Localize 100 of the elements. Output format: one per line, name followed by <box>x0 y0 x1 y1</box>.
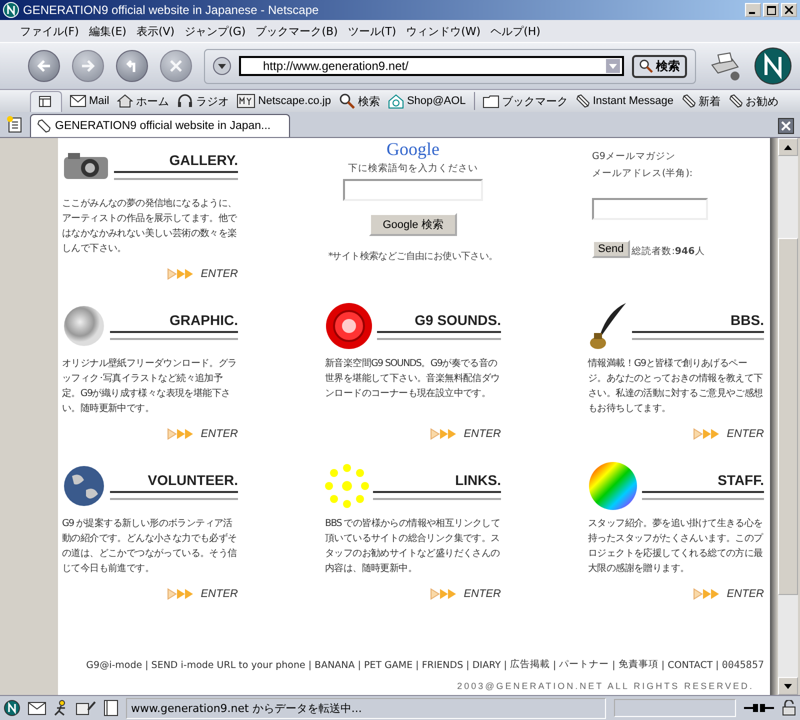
bookmark-icon <box>37 119 51 133</box>
section-description: スタッフ紹介。夢を追い掛けて生きる心を持ったスタッフがたくさんいます。このプロジェクトを応援してくれる総ての方に最大限の感謝を贈ります。 <box>588 517 764 576</box>
enter-link[interactable]: ENTER <box>692 588 764 600</box>
enter-link[interactable]: ENTER <box>692 428 764 440</box>
email-input[interactable] <box>592 198 708 220</box>
search-button[interactable]: 検索 <box>632 54 687 78</box>
section-heading: BBS. <box>730 312 764 328</box>
disc-icon <box>325 302 373 350</box>
vertical-scrollbar[interactable] <box>778 138 798 695</box>
search-caption: 下に検索語句を入力ください <box>348 162 478 175</box>
stop-button[interactable] <box>160 50 192 82</box>
maximize-button[interactable] <box>763 3 779 17</box>
browser-tab[interactable]: GENERATION9 official website in Japan... <box>30 114 290 137</box>
arrows-icon <box>166 268 195 280</box>
send-button[interactable]: Send <box>592 240 630 258</box>
notebook-icon[interactable] <box>104 700 118 716</box>
badge-icon <box>237 94 256 108</box>
camera-icon <box>62 151 110 181</box>
search-note: *サイト検索などご自由にお使い下さい。 <box>328 250 498 263</box>
toolbar-link[interactable]: ラジオ <box>177 94 230 108</box>
history-dropdown-button[interactable] <box>213 57 231 75</box>
enter-link[interactable]: ENTER <box>166 268 238 280</box>
toolbar-link[interactable]: 新着 <box>682 94 721 108</box>
netscape-logo-icon[interactable] <box>4 700 20 716</box>
menu-item[interactable]: ジャンプ(G) <box>184 24 246 38</box>
google-search-button[interactable]: Google 検索 <box>368 213 458 236</box>
netscape-logo-icon <box>3 2 19 18</box>
envelope-icon[interactable] <box>28 702 46 714</box>
separator: | <box>612 660 616 671</box>
folder-icon <box>482 94 499 108</box>
toolbar-link[interactable]: Mail <box>70 95 110 107</box>
scrollbar-thumb[interactable] <box>778 238 798 595</box>
separator: | <box>716 660 719 671</box>
section-heading: GALLERY. <box>169 152 238 168</box>
arrows-icon <box>430 428 458 440</box>
separator: | <box>466 660 470 671</box>
sidebar-toggle-tab[interactable] <box>30 90 62 112</box>
x-icon <box>170 60 182 72</box>
footer-link[interactable]: 免責事項 <box>618 658 658 671</box>
close-button[interactable] <box>781 3 797 17</box>
newsletter-title: G9メールマガジン <box>592 150 676 163</box>
footer-link[interactable]: SEND i-mode URL to your phone <box>151 660 306 671</box>
dots-icon <box>325 464 369 508</box>
menu-item[interactable]: ブックマーク(B) <box>256 24 338 38</box>
toolbar-link[interactable]: ホーム <box>117 94 170 108</box>
chevron-down-icon <box>606 59 620 73</box>
headphones-icon <box>177 94 194 108</box>
maximize-icon <box>766 6 776 14</box>
quill-and-inkwell-icon <box>588 301 628 351</box>
menu-item[interactable]: ファイル(F) <box>20 24 79 38</box>
search-input[interactable] <box>343 179 483 201</box>
reload-button[interactable] <box>116 50 148 82</box>
bookmark-icon <box>728 94 743 108</box>
toolbar-link[interactable]: お勧め <box>728 94 779 108</box>
enter-link[interactable]: ENTER <box>430 588 501 600</box>
forward-arrow-icon <box>81 59 95 73</box>
footer-link[interactable]: BANANA <box>314 660 355 671</box>
menu-item[interactable]: ヘルプ(H) <box>490 24 540 38</box>
bookmark-icon <box>576 94 590 108</box>
section-heading: LINKS. <box>455 472 501 488</box>
footer-link[interactable]: G9@i-mode <box>86 660 142 671</box>
bookmark-icon <box>682 94 696 108</box>
back-button[interactable] <box>28 50 60 82</box>
house-icon <box>117 94 134 108</box>
enter-link[interactable]: ENTER <box>430 428 501 440</box>
url-field[interactable]: http://www.generation9.net/ <box>239 56 624 76</box>
footer-link[interactable]: DIARY <box>472 660 501 671</box>
printer-icon[interactable] <box>708 51 742 81</box>
arrows-icon <box>166 428 195 440</box>
section-description: ここがみんなの夢の発信地になるように、アーティストの作品を展示してます。他ではなかなかみれない美しい芸術の数々を楽しんで下さい。 <box>62 197 238 256</box>
forward-button[interactable] <box>72 50 104 82</box>
search-icon <box>338 93 355 109</box>
footer-link[interactable]: FRIENDS <box>422 660 464 671</box>
toolbar-link[interactable]: Instant Message <box>576 94 674 108</box>
footer-link[interactable]: パートナー <box>559 658 610 671</box>
menu-item[interactable]: 編集(E) <box>88 24 126 38</box>
section-heading: VOLUNTEER. <box>148 472 238 488</box>
toolbar-link[interactable]: ブックマーク <box>482 94 568 108</box>
section-heading: STAFF. <box>718 472 764 488</box>
toolbar-link[interactable]: 検索 <box>338 93 380 109</box>
window-icon <box>39 96 53 108</box>
composer-icon[interactable] <box>76 700 96 716</box>
minimize-button[interactable] <box>745 3 761 17</box>
enter-link[interactable]: ENTER <box>166 588 238 600</box>
arrows-icon <box>692 428 721 440</box>
menu-item[interactable]: ウィンドウ(W) <box>406 24 481 38</box>
section-heading: GRAPHIC. <box>170 312 238 328</box>
enter-link[interactable]: ENTER <box>166 428 238 440</box>
toolbar-link[interactable]: Shop@AOL <box>388 94 466 108</box>
running-person-icon[interactable] <box>54 700 68 716</box>
toolbar-link[interactable]: Netscape.co.jp <box>237 94 331 108</box>
footer-link[interactable]: CONTACT <box>668 660 713 671</box>
footer-link[interactable]: 広告掲載 <box>510 658 550 671</box>
connection-plug-icon <box>744 702 774 714</box>
close-tab-button[interactable] <box>778 118 794 134</box>
menu-item[interactable]: ツール(T) <box>348 24 396 38</box>
footer-link[interactable]: PET GAME <box>364 660 413 671</box>
netscape-logo-icon[interactable] <box>754 47 792 85</box>
new-tab-icon[interactable] <box>6 115 24 133</box>
menu-item[interactable]: 表示(V) <box>136 24 175 38</box>
